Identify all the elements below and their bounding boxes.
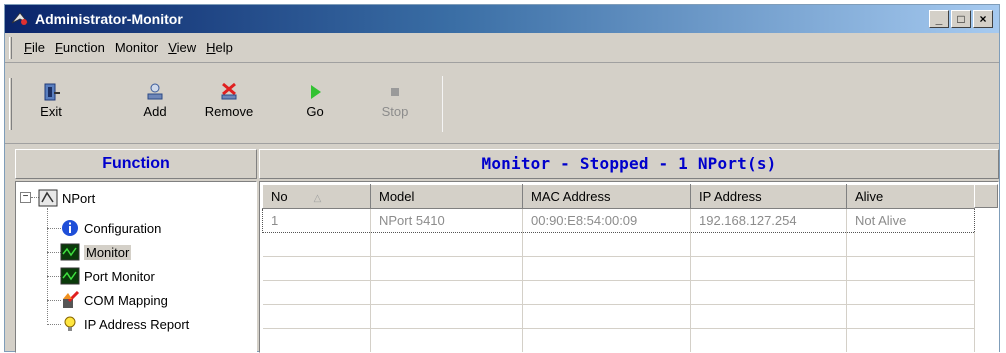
maximize-icon: □ bbox=[957, 12, 965, 26]
empty-row bbox=[262, 304, 975, 329]
stop-button[interactable]: Stop bbox=[363, 78, 427, 130]
empty-row bbox=[262, 256, 975, 281]
menu-bar: File Function Monitor View Help bbox=[5, 33, 999, 63]
menu-help[interactable]: Help bbox=[202, 38, 239, 57]
table-row[interactable]: 1 NPort 5410 00:90:E8:54:00:09 192.168.1… bbox=[262, 208, 975, 233]
table-header-row: No △ Model MAC Address IP Address Alive bbox=[262, 184, 975, 209]
menu-monitor[interactable]: Monitor bbox=[111, 38, 164, 57]
cell-no: 1 bbox=[262, 208, 371, 233]
nport-list: No △ Model MAC Address IP Address Alive 1… bbox=[259, 181, 999, 353]
toolbar-grip[interactable] bbox=[9, 78, 12, 130]
function-panel-header: Function bbox=[15, 149, 257, 179]
empty-row bbox=[262, 328, 975, 352]
close-icon: × bbox=[979, 12, 987, 26]
go-button[interactable]: Go bbox=[283, 78, 347, 130]
lightbulb-icon bbox=[64, 316, 76, 331]
minimize-icon: _ bbox=[935, 12, 943, 26]
tree-item-monitor[interactable]: Monitor bbox=[60, 240, 132, 264]
app-logo-icon bbox=[11, 12, 29, 25]
toolbar: Exit Add Remove Go Stop bbox=[5, 64, 999, 144]
window-title: Administrator-Monitor bbox=[35, 11, 183, 27]
menu-file[interactable]: File bbox=[20, 38, 51, 57]
exit-button[interactable]: Exit bbox=[19, 78, 83, 130]
column-header-model[interactable]: Model bbox=[370, 184, 523, 209]
monitor-status-header: Monitor - Stopped - 1 NPort(s) bbox=[259, 149, 999, 179]
info-icon bbox=[62, 220, 78, 236]
monitor-graph-icon bbox=[60, 243, 80, 261]
title-bar[interactable]: Administrator-Monitor _ □ × bbox=[5, 5, 999, 33]
column-header-ip-address[interactable]: IP Address bbox=[690, 184, 847, 209]
play-icon bbox=[311, 85, 321, 99]
function-tree: − NPort Configuration Monitor Port Monit… bbox=[15, 181, 257, 353]
menu-function[interactable]: Function bbox=[51, 38, 111, 57]
minimize-button[interactable]: _ bbox=[929, 10, 949, 28]
tree-item-ip-address-report[interactable]: IP Address Report bbox=[60, 312, 189, 336]
empty-row bbox=[262, 280, 975, 305]
add-device-icon bbox=[147, 83, 163, 100]
tree-item-configuration[interactable]: Configuration bbox=[60, 216, 161, 240]
stop-icon bbox=[391, 88, 399, 96]
tree-item-nport[interactable]: NPort bbox=[38, 186, 95, 210]
sort-ascending-icon: △ bbox=[313, 193, 322, 204]
tree-item-com-mapping[interactable]: COM Mapping bbox=[60, 288, 168, 312]
cell-alive: Not Alive bbox=[846, 208, 975, 233]
empty-row bbox=[262, 232, 975, 257]
tree-collapse-toggle[interactable]: − bbox=[20, 192, 31, 203]
cell-mac-address: 00:90:E8:54:00:09 bbox=[522, 208, 691, 233]
remove-button[interactable]: Remove bbox=[197, 78, 261, 130]
menu-view[interactable]: View bbox=[164, 38, 202, 57]
exit-door-icon bbox=[44, 83, 60, 101]
port-monitor-graph-icon bbox=[60, 267, 80, 285]
close-button[interactable]: × bbox=[973, 10, 993, 28]
nport-device-icon bbox=[38, 189, 58, 207]
menubar-grip[interactable] bbox=[9, 36, 12, 59]
com-mapping-icon bbox=[63, 291, 80, 308]
add-button[interactable]: Add bbox=[123, 78, 187, 130]
app-window: Administrator-Monitor _ □ × File Functio… bbox=[4, 4, 1000, 353]
tree-item-port-monitor[interactable]: Port Monitor bbox=[60, 264, 155, 288]
column-header-alive[interactable]: Alive bbox=[846, 184, 975, 209]
column-header-mac-address[interactable]: MAC Address bbox=[522, 184, 691, 209]
nport-table: No △ Model MAC Address IP Address Alive 1… bbox=[262, 184, 975, 352]
column-header-no[interactable]: No △ bbox=[262, 184, 371, 209]
remove-device-icon bbox=[221, 82, 237, 100]
maximize-button[interactable]: □ bbox=[951, 10, 971, 28]
cell-model: NPort 5410 bbox=[370, 208, 523, 233]
column-header-filler bbox=[974, 184, 998, 208]
cell-ip-address: 192.168.127.254 bbox=[690, 208, 847, 233]
